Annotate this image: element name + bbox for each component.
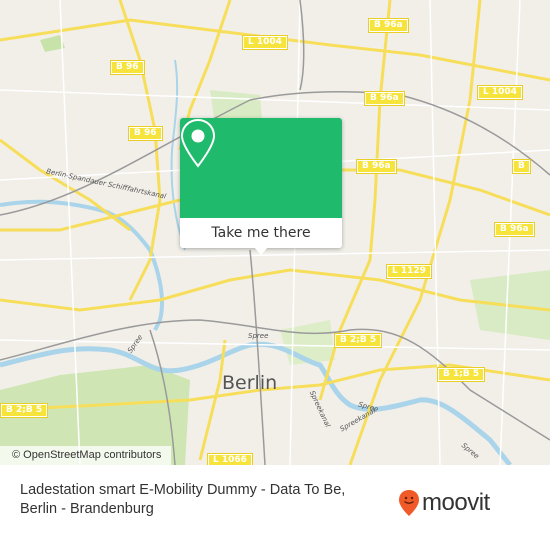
road-shield: B 1;B 5 bbox=[437, 367, 486, 382]
road-shield: B 96a bbox=[364, 91, 405, 106]
map-attribution[interactable]: © OpenStreetMap contributors bbox=[0, 446, 172, 465]
road-shield: B 96 bbox=[110, 60, 145, 75]
road-shield: B 96 bbox=[128, 126, 163, 141]
location-title-line1: Ladestation smart E-Mobility Dummy - Dat… bbox=[20, 482, 346, 498]
road-shield: B 2;B 5 bbox=[334, 333, 383, 348]
moovit-pin-icon bbox=[399, 490, 419, 516]
location-popup: Take me there bbox=[180, 118, 342, 255]
road-shield: L 1066 bbox=[207, 453, 253, 465]
location-title: Ladestation smart E-Mobility Dummy - Dat… bbox=[20, 481, 345, 519]
map-pin-icon bbox=[180, 118, 216, 168]
road-shield: L 1004 bbox=[242, 35, 288, 50]
road-shield: B 96a bbox=[368, 18, 409, 33]
water-label: Spree bbox=[248, 332, 269, 340]
city-label: Berlin bbox=[222, 372, 278, 394]
road-shield: L 1129 bbox=[386, 264, 432, 279]
location-title-line2: Berlin - Brandenburg bbox=[20, 501, 154, 517]
footer-panel: Ladestation smart E-Mobility Dummy - Dat… bbox=[0, 465, 550, 550]
popup-pointer bbox=[254, 247, 268, 255]
popup-header bbox=[180, 118, 342, 218]
moovit-logo-text: moovit bbox=[422, 489, 490, 516]
map-view[interactable]: L 1004 B 96a B 96 B 96a L 1004 B 96 B 96… bbox=[0, 0, 550, 465]
take-me-there-button[interactable]: Take me there bbox=[180, 218, 342, 248]
road-shield: B 2;B 5 bbox=[0, 403, 49, 418]
road-shield: B bbox=[512, 159, 531, 174]
moovit-logo[interactable]: moovit bbox=[398, 489, 490, 517]
road-shield: B 96a bbox=[494, 222, 535, 237]
road-shield: L 1004 bbox=[477, 85, 523, 100]
road-shield: B 96a bbox=[356, 159, 397, 174]
